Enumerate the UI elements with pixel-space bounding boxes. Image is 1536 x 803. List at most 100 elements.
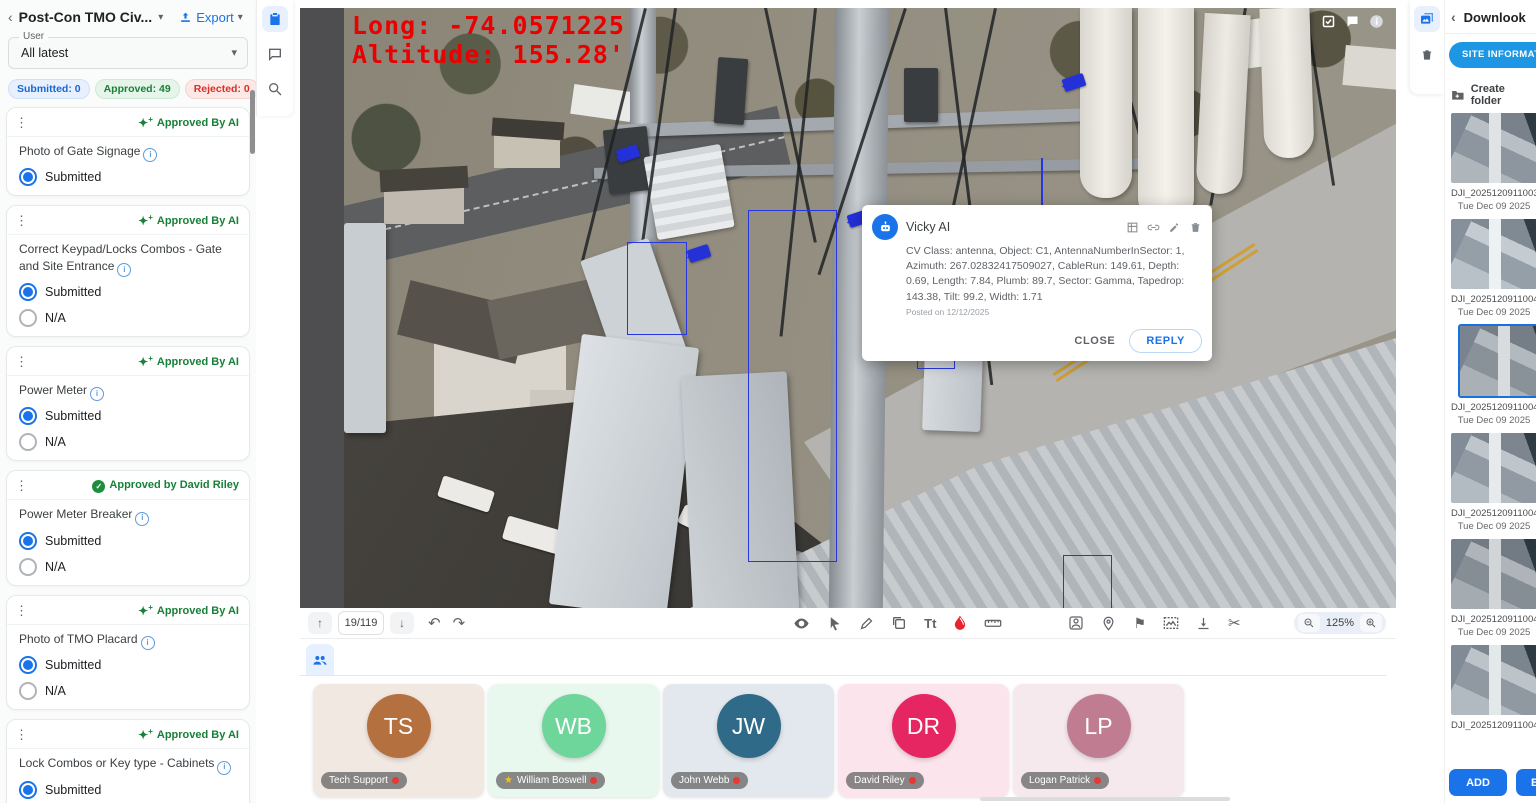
info-icon[interactable]: i	[135, 512, 149, 526]
text-tool-icon[interactable]: Tt	[924, 616, 936, 631]
kebab-menu-icon[interactable]: ⋮	[15, 115, 28, 131]
redo-icon[interactable]: ↷	[453, 614, 466, 632]
site-information-button[interactable]: SITE INFORMATION	[1449, 42, 1536, 68]
cv-bounding-box[interactable]	[748, 210, 837, 562]
radio-icon[interactable]	[19, 656, 37, 674]
back-chevron-icon[interactable]: ‹	[8, 9, 13, 25]
people-tab[interactable]	[306, 644, 334, 675]
grid-icon[interactable]	[1126, 221, 1139, 234]
reply-button[interactable]: REPLY	[1129, 329, 1202, 353]
image-counter[interactable]: 19/119	[338, 611, 384, 635]
back-chevron-icon[interactable]: ‹	[1451, 9, 1456, 25]
comment-icon[interactable]	[1345, 14, 1360, 29]
ruler-icon[interactable]	[984, 616, 1002, 630]
thumbnail-image[interactable]	[1451, 645, 1536, 715]
info-icon[interactable]: i	[117, 263, 131, 277]
undo-icon[interactable]: ↶	[428, 614, 441, 632]
thumbnail-image[interactable]	[1459, 325, 1536, 397]
trash-icon[interactable]	[1189, 221, 1202, 234]
info-icon[interactable]: i	[141, 636, 155, 650]
media-thumbnail-item[interactable]: DJI_20251209110041 Tue Dec 09 2025	[1451, 433, 1536, 532]
download-icon[interactable]	[1196, 616, 1211, 631]
media-thumbnail-item[interactable]: DJI_20251209110040 Tue Dec 09 2025	[1451, 325, 1536, 426]
radio-icon[interactable]	[19, 682, 37, 700]
info-icon[interactable]	[1369, 14, 1384, 29]
radio-icon[interactable]	[19, 283, 37, 301]
export-button[interactable]: EXP	[1516, 769, 1536, 796]
project-title[interactable]: Post-Con TMO Civ...	[19, 9, 153, 25]
approved-badge[interactable]: Approved: 49	[95, 79, 180, 99]
cursor-icon[interactable]	[827, 616, 842, 631]
info-icon[interactable]: i	[217, 761, 231, 775]
cv-bounding-box[interactable]	[627, 242, 687, 335]
flag-icon[interactable]: ⚑	[1133, 615, 1146, 632]
radio-icon[interactable]	[19, 168, 37, 186]
thumbnail-image[interactable]	[1451, 113, 1536, 183]
person-card[interactable]: JW ★ John Webb	[663, 684, 834, 797]
create-folder-button[interactable]: Create folder	[1451, 83, 1536, 107]
radio-option[interactable]: Submitted	[7, 528, 249, 554]
radio-option[interactable]: N/A	[7, 429, 249, 460]
visibility-icon[interactable]	[793, 615, 810, 632]
radio-option[interactable]: Submitted	[7, 279, 249, 305]
thumbnail-image[interactable]	[1451, 433, 1536, 503]
kebab-menu-icon[interactable]: ⋮	[15, 354, 28, 370]
comments-tab-button[interactable]	[262, 41, 288, 67]
info-icon[interactable]: i	[143, 148, 157, 162]
user-filter-select[interactable]: User All latest ▾	[8, 37, 248, 69]
edit-icon[interactable]	[1168, 221, 1181, 234]
link-icon[interactable]	[1147, 221, 1160, 234]
person-pin-icon[interactable]	[1068, 615, 1084, 631]
media-thumbnail-item[interactable]: DJI_20251209110042 Tue Dec 09 2025	[1451, 539, 1536, 638]
scissors-icon[interactable]: ✂	[1228, 614, 1241, 632]
zoom-out-button[interactable]	[1298, 614, 1320, 632]
media-thumbnail-item[interactable]: DJI_20251209110049	[1451, 645, 1536, 731]
horizontal-scrollbar[interactable]	[980, 797, 1230, 801]
next-image-button[interactable]: ↓	[390, 612, 414, 634]
person-card[interactable]: WB ★ William Boswell	[488, 684, 659, 797]
thumbnail-image[interactable]	[1451, 539, 1536, 609]
image-viewer[interactable]: Long: -74.0571225Altitude: 155.28' Vicky…	[300, 8, 1396, 608]
scrollbar-thumb[interactable]	[250, 90, 255, 154]
radio-option[interactable]: Submitted	[7, 403, 249, 429]
kebab-menu-icon[interactable]: ⋮	[15, 727, 28, 743]
image-region-icon[interactable]	[1163, 616, 1179, 630]
media-thumbnail-item[interactable]: DJI_20251209110040 Tue Dec 09 2025	[1451, 219, 1536, 318]
person-card[interactable]: LP ★ Logan Patrick	[1013, 684, 1184, 797]
media-thumbnail-item[interactable]: DJI_20251209110039 Tue Dec 09 2025	[1451, 113, 1536, 212]
drone-photo[interactable]: Long: -74.0571225Altitude: 155.28' Vicky…	[344, 8, 1396, 608]
radio-option[interactable]: N/A	[7, 678, 249, 709]
cv-bounding-box[interactable]	[1063, 555, 1112, 608]
thumbnail-image[interactable]	[1451, 219, 1536, 289]
close-button[interactable]: CLOSE	[1074, 335, 1115, 347]
radio-icon[interactable]	[19, 558, 37, 576]
delete-tab-button[interactable]	[1414, 42, 1440, 68]
export-button[interactable]: Export ▾	[179, 10, 243, 25]
chevron-down-icon[interactable]: ▾	[158, 12, 163, 23]
droplet-icon[interactable]	[953, 615, 967, 631]
radio-option[interactable]: Submitted	[7, 777, 249, 803]
kebab-menu-icon[interactable]: ⋮	[15, 478, 28, 494]
radio-option[interactable]: Submitted	[7, 164, 249, 195]
checkbox-icon[interactable]	[1321, 14, 1336, 29]
radio-icon[interactable]	[19, 433, 37, 451]
prev-image-button[interactable]: ↑	[308, 612, 332, 634]
person-card[interactable]: TS ★ Tech Support	[313, 684, 484, 797]
shapes-icon[interactable]	[891, 615, 907, 631]
kebab-menu-icon[interactable]: ⋮	[15, 603, 28, 619]
radio-option[interactable]: N/A	[7, 554, 249, 585]
kebab-menu-icon[interactable]: ⋮	[15, 213, 28, 229]
add-button[interactable]: ADD	[1449, 769, 1507, 796]
radio-icon[interactable]	[19, 532, 37, 550]
location-pin-icon[interactable]	[1101, 616, 1116, 631]
radio-option[interactable]: N/A	[7, 305, 249, 336]
pencil-icon[interactable]	[859, 616, 874, 631]
radio-icon[interactable]	[19, 781, 37, 799]
radio-option[interactable]: Submitted	[7, 652, 249, 678]
person-card[interactable]: DR ★ David Riley	[838, 684, 1009, 797]
radio-icon[interactable]	[19, 407, 37, 425]
zoom-in-button[interactable]	[1360, 614, 1382, 632]
checklist-tab-button[interactable]	[262, 6, 288, 32]
submitted-badge[interactable]: Submitted: 0	[8, 79, 90, 99]
search-tab-button[interactable]	[262, 76, 288, 102]
